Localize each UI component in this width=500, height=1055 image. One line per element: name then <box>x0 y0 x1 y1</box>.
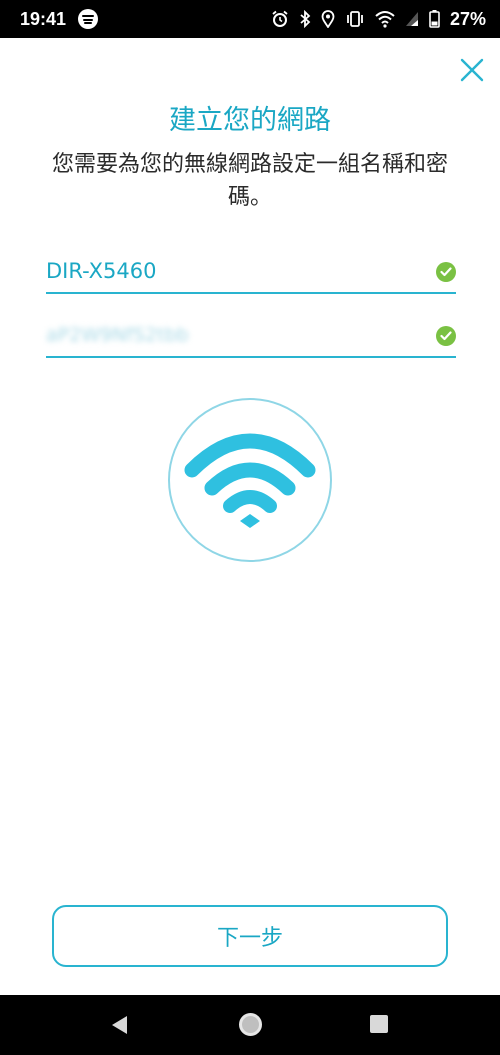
bluetooth-icon <box>300 10 311 28</box>
signal-icon <box>405 12 418 26</box>
wifi-icon <box>375 11 395 28</box>
status-right: 27% <box>271 9 486 30</box>
password-field <box>46 312 456 358</box>
network-name-input[interactable] <box>46 256 416 286</box>
alarm-icon <box>272 10 288 27</box>
home-icon[interactable] <box>239 1013 262 1036</box>
check-icon <box>436 326 456 346</box>
status-left: 19:41 <box>20 8 99 30</box>
password-input[interactable] <box>46 320 416 350</box>
back-icon[interactable] <box>110 1015 128 1035</box>
wifi-icon <box>184 433 316 528</box>
close-button[interactable] <box>458 56 486 84</box>
check-icon <box>436 262 456 282</box>
status-bar: 19:41 27% <box>0 0 500 38</box>
spotify-icon <box>78 9 99 29</box>
next-button[interactable]: 下一步 <box>52 905 448 967</box>
location-icon <box>321 10 335 28</box>
status-time: 19:41 <box>20 8 67 29</box>
recents-icon[interactable] <box>370 1015 388 1033</box>
page-subtitle: 您需要為您的無線網路設定一組名稱和密碼。 <box>51 152 448 210</box>
battery-percent: 27% <box>449 8 486 29</box>
nav-bar <box>0 995 500 1055</box>
battery-icon <box>429 10 440 28</box>
vibrate-icon <box>347 11 363 27</box>
network-name-field <box>46 248 456 294</box>
wifi-illustration <box>168 398 332 562</box>
page-title: 建立您的網路 <box>169 105 331 136</box>
close-icon <box>460 58 484 82</box>
